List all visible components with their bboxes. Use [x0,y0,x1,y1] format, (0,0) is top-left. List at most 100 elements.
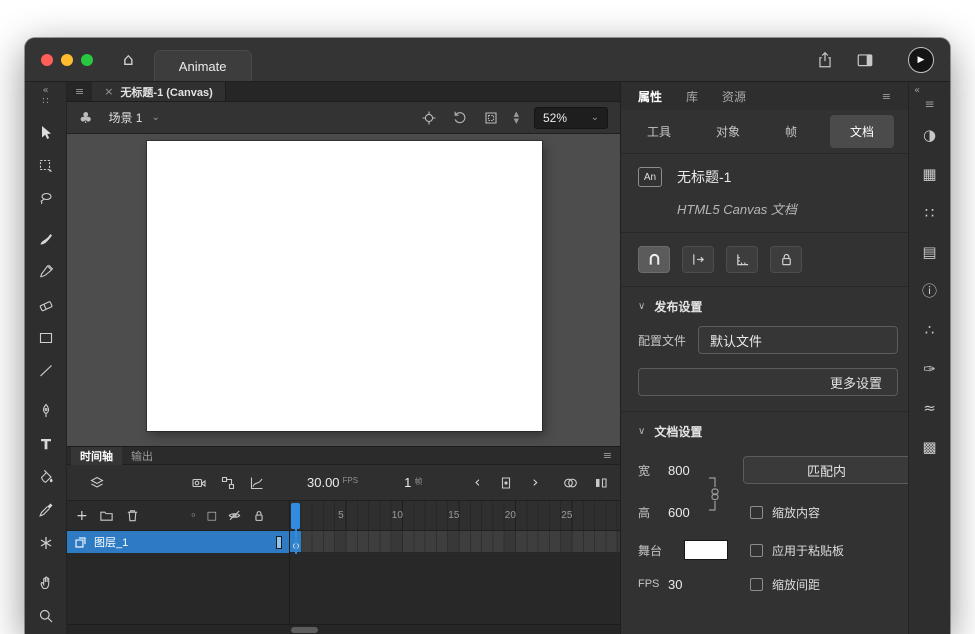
subtab-document[interactable]: 文档 [830,115,894,148]
asset-warp-tool[interactable] [30,526,62,559]
playhead[interactable] [291,503,300,529]
add-layer-icon[interactable]: + [76,508,88,524]
motion-graph-icon[interactable] [249,475,265,491]
fps-input[interactable] [668,577,724,592]
onion-skin-icon[interactable] [562,475,579,491]
panel-toggle-icon[interactable] [856,51,874,69]
tab-strip-menu-icon[interactable]: ≡ [67,85,92,98]
step-back-icon[interactable]: ‹ [474,475,480,490]
layer-frames-row[interactable] [290,531,620,553]
delete-layer-icon[interactable] [125,508,140,523]
snap-align-button[interactable] [682,246,714,273]
eyedropper-tool[interactable] [30,493,62,526]
subtab-frame[interactable]: 帧 [773,116,809,147]
match-contents-button[interactable]: 匹配内 [743,456,908,484]
snap-grid-icon[interactable]: ∷ [909,193,950,232]
tab-timeline[interactable]: 时间轴 [71,447,122,465]
pen-tool[interactable] [30,394,62,427]
close-document-icon[interactable]: × [104,85,113,98]
stage[interactable] [147,141,542,431]
app-tab-animate[interactable]: Animate [154,50,252,81]
text-tool[interactable] [30,427,62,460]
hand-tool[interactable] [30,566,62,599]
timeline-menu-icon[interactable]: ≡ [595,449,620,462]
layer-row-selected[interactable]: 图层_1 [67,531,289,553]
edit-multiple-frames-icon[interactable] [593,475,609,491]
profile-select[interactable]: 默认文件 [698,326,898,354]
stage-color-swatch[interactable] [684,540,728,560]
pasteboard[interactable] [67,134,620,446]
tab-output[interactable]: 输出 [122,447,162,465]
document-settings-header[interactable]: ∨ 文档设置 [621,412,908,449]
frame-picker-icon[interactable]: ◑ [909,115,950,154]
eraser-tool[interactable] [30,288,62,321]
selection-tool[interactable] [30,116,62,149]
line-tool[interactable] [30,354,62,387]
tab-library[interactable]: 库 [686,88,698,105]
layer-parenting-icon[interactable] [220,475,236,491]
properties-menu-icon[interactable]: ≡ [882,90,891,103]
info-icon[interactable]: ⓘ [909,271,950,310]
snap-magnet-button[interactable] [638,246,670,273]
highlight-layer-icon[interactable]: ◦ [190,509,197,522]
snap-lock-button[interactable] [770,246,802,273]
center-frame-icon[interactable] [498,475,514,491]
dock-menu-icon[interactable]: ≡ [924,97,934,115]
test-movie-button[interactable]: ▶ [908,47,934,73]
lock-layers-icon[interactable] [252,509,266,523]
layer-stack-icon[interactable] [89,475,105,491]
publish-settings-header[interactable]: ∨ 发布设置 [621,287,908,324]
tab-assets[interactable]: 资源 [722,88,746,105]
scale-content-checkbox[interactable] [750,506,763,519]
subtab-object[interactable]: 对象 [704,116,752,147]
scale-spacing-checkbox[interactable] [750,578,763,591]
apply-to-pasteboard-checkbox[interactable] [750,544,763,557]
free-transform-tool[interactable] [30,149,62,182]
timeline-scrollbar[interactable] [67,624,620,634]
fps-display[interactable]: 30.00 FPS [307,475,358,490]
zoom-tool[interactable] [30,599,62,632]
subtab-tool[interactable]: 工具 [635,116,683,147]
zoom-level-select[interactable]: 52% ⌄ [534,107,608,129]
color-icon[interactable]: ∴ [909,310,950,349]
center-stage-icon[interactable] [421,110,437,126]
rectangle-tool[interactable] [30,321,62,354]
clip-content-icon[interactable] [483,110,499,126]
brush-library-icon[interactable]: ✑ [909,349,950,388]
snap-ruler-button[interactable] [726,246,758,273]
zoom-window-button[interactable] [81,54,93,66]
rotate-view-icon[interactable] [452,110,468,126]
home-icon[interactable]: ⌂ [123,50,134,70]
scene-icon[interactable]: ♣ [79,109,92,127]
frames-pane[interactable]: 5 10 15 20 25 [290,501,620,624]
height-input[interactable] [668,505,724,520]
show-hide-icon[interactable] [227,508,242,523]
lasso-tool[interactable] [30,182,62,215]
zoom-stepper[interactable]: ▲ ▼ [514,111,519,125]
collapse-tools-icon[interactable]: « [42,85,48,96]
scene-name[interactable]: 场景 1 [108,109,142,126]
motion-editor-icon[interactable]: ≈ [909,388,950,427]
components-icon[interactable]: ▩ [909,427,950,466]
more-settings-button[interactable]: 更多设置 [638,368,898,396]
document-tab[interactable]: × 无标题-1 (Canvas) [92,82,226,101]
paint-bucket-tool[interactable] [30,460,62,493]
timeline-scrollbar-thumb[interactable] [291,627,318,633]
step-forward-icon[interactable]: › [532,475,538,490]
layer-outline-color[interactable] [276,536,282,549]
tools-grip-icon[interactable]: ∷ [42,96,48,107]
swatches-icon[interactable]: ▦ [909,154,950,193]
current-frame-display[interactable]: 1 帧 [404,475,422,490]
share-icon[interactable] [816,51,834,69]
classic-brush-tool[interactable] [30,255,62,288]
add-folder-icon[interactable] [99,508,114,523]
frame-ruler[interactable]: 5 10 15 20 25 [290,501,620,531]
tab-properties[interactable]: 属性 [638,88,662,105]
step-down-icon[interactable]: ▼ [514,118,519,125]
close-window-button[interactable] [41,54,53,66]
scene-caret-icon[interactable]: ⌄ [151,112,159,123]
outline-layer-icon[interactable]: □ [207,509,217,522]
camera-icon[interactable] [191,475,207,491]
fluid-brush-tool[interactable] [30,222,62,255]
align-icon[interactable]: ▤ [909,232,950,271]
